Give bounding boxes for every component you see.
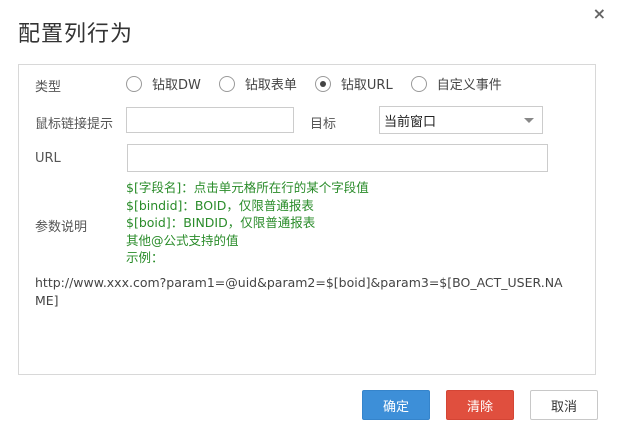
radio-circle-icon: [126, 75, 142, 92]
type-label: 类型: [35, 80, 62, 95]
help-line: 其他@公式支持的值: [126, 232, 239, 248]
radio-drill-url[interactable]: 钻取URL: [314, 74, 405, 93]
target-label: 目标: [310, 117, 337, 132]
url-input[interactable]: [127, 144, 548, 172]
dialog-title: 配置列行为: [18, 22, 134, 47]
config-column-behavior-dialog: 配置列行为 × 类型 钻取DW 钻取表单 钻取URL 自定义事件 鼠标链接提示: [0, 0, 618, 438]
type-radio-group: 钻取DW 钻取表单 钻取URL 自定义事件: [126, 74, 508, 93]
target-selected-value: 当前窗口: [384, 114, 437, 130]
radio-label: 钻取表单: [244, 78, 297, 93]
radio-label: 钻取URL: [340, 78, 393, 93]
radio-label: 自定义事件: [436, 78, 502, 93]
chevron-down-icon: [524, 118, 534, 123]
cancel-button[interactable]: 取消: [530, 390, 598, 420]
url-label: URL: [35, 151, 61, 166]
clear-button[interactable]: 清除: [446, 390, 514, 420]
help-line: 示例：: [126, 250, 164, 265]
close-icon[interactable]: ×: [593, 4, 606, 24]
target-select[interactable]: 当前窗口: [379, 106, 543, 134]
radio-drill-dw[interactable]: 钻取DW: [126, 74, 213, 93]
help-line: $[bindid]：BOID，仅限普通报表: [126, 197, 314, 213]
params-help-text: $[字段名]：点击单元格所在行的某个字段值 $[bindid]：BOID，仅限普…: [126, 179, 369, 267]
radio-drill-form[interactable]: 钻取表单: [218, 74, 309, 93]
form-panel: 类型 钻取DW 钻取表单 钻取URL 自定义事件 鼠标链接提示 目标 当前窗口 …: [18, 64, 596, 375]
confirm-button[interactable]: 确定: [362, 390, 430, 420]
help-line: $[boid]：BINDID，仅限普通报表: [126, 215, 316, 230]
radio-circle-icon: [218, 75, 235, 92]
link-tip-input[interactable]: [126, 107, 294, 133]
radio-custom-event[interactable]: 自定义事件: [410, 74, 502, 93]
radio-checked-icon: [314, 75, 331, 92]
help-line: $[字段名]：点击单元格所在行的某个字段值: [126, 180, 369, 195]
link-tip-label: 鼠标链接提示: [35, 117, 114, 132]
example-url: http://www.xxx.com?param1=@uid&param2=$[…: [35, 275, 563, 308]
params-label: 参数说明: [35, 220, 88, 235]
radio-circle-icon: [410, 75, 427, 92]
radio-label: 钻取DW: [152, 78, 201, 93]
